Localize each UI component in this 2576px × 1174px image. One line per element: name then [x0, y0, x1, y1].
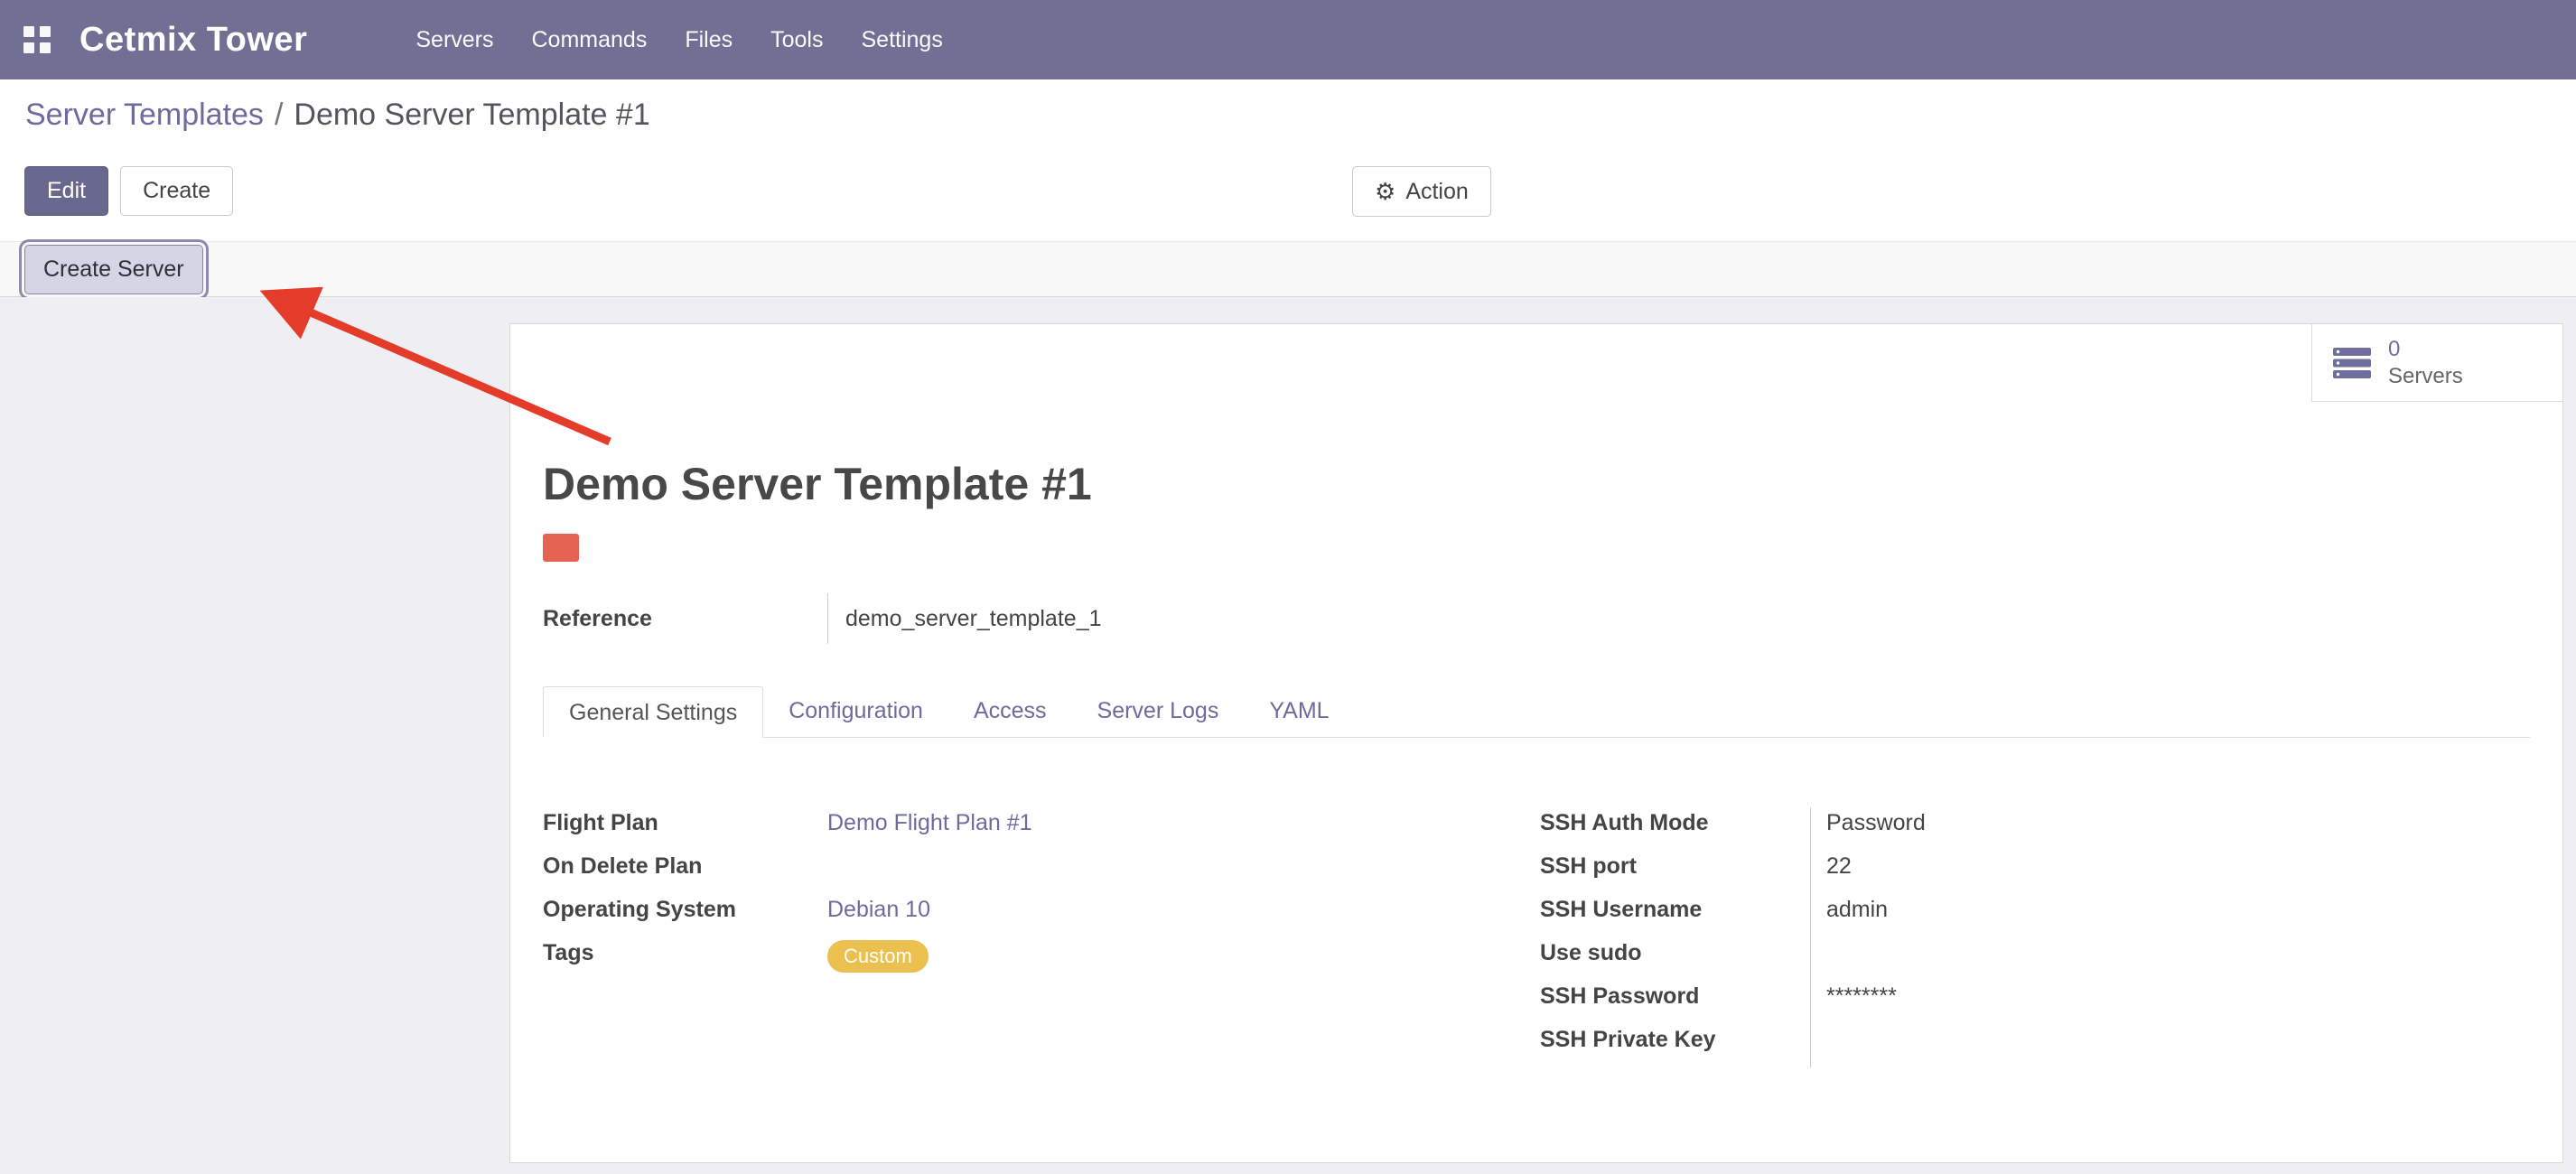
field-value-ssh-password: ********: [1810, 981, 2515, 1024]
notebook-tabs: General Settings Configuration Access Se…: [543, 685, 2530, 738]
field-value-tags: Custom: [827, 937, 1491, 981]
record-title: Demo Server Template #1: [543, 458, 1092, 510]
field-label-on-delete-plan: On Delete Plan: [543, 851, 827, 894]
action-button[interactable]: ⚙ Action: [1352, 166, 1491, 217]
fields-right-column: SSH Auth Mode Password SSH port 22 SSH U…: [1540, 807, 2515, 1067]
statusbar: Create Server: [0, 241, 2576, 297]
fields-left-column: Flight Plan Demo Flight Plan #1 On Delet…: [543, 807, 1491, 981]
menu-tools[interactable]: Tools: [770, 27, 823, 53]
tab-yaml[interactable]: YAML: [1244, 685, 1354, 737]
tab-server-logs[interactable]: Server Logs: [1072, 685, 1245, 737]
apps-grid-square: [23, 26, 34, 37]
tab-configuration[interactable]: Configuration: [763, 685, 948, 737]
template-color-swatch: [543, 534, 579, 562]
reference-label: Reference: [543, 606, 652, 632]
field-flight-plan: Flight Plan Demo Flight Plan #1: [543, 807, 1491, 851]
field-ssh-username: SSH Username admin: [1540, 894, 2515, 937]
field-label-flight-plan: Flight Plan: [543, 807, 827, 851]
tab-general-settings[interactable]: General Settings: [543, 686, 763, 738]
gear-icon: ⚙: [1375, 180, 1395, 203]
servers-label: Servers: [2388, 363, 2463, 390]
menu-commands[interactable]: Commands: [532, 27, 648, 53]
field-ssh-private-key: SSH Private Key: [1540, 1024, 2515, 1067]
field-value-operating-system: Debian 10: [827, 894, 1491, 937]
field-label-tags: Tags: [543, 937, 827, 981]
reference-value: demo_server_template_1: [827, 593, 1102, 644]
tab-access[interactable]: Access: [948, 685, 1072, 737]
menu-files[interactable]: Files: [685, 27, 733, 53]
field-value-on-delete-plan: [827, 851, 1491, 894]
servers-stat-button[interactable]: 0 Servers: [2311, 324, 2562, 402]
server-stack-icon: [2332, 347, 2372, 379]
apps-grid-icon[interactable]: [23, 26, 51, 53]
field-value-ssh-port: 22: [1810, 851, 2515, 894]
servers-stat: 0 Servers: [2388, 336, 2463, 390]
edit-button[interactable]: Edit: [24, 166, 108, 216]
menu-servers[interactable]: Servers: [415, 27, 493, 53]
main-menu: Servers Commands Files Tools Settings: [415, 27, 942, 53]
apps-grid-square: [40, 26, 51, 37]
field-label-operating-system: Operating System: [543, 894, 827, 937]
create-server-button[interactable]: Create Server: [24, 245, 203, 294]
action-button-label: Action: [1405, 181, 1468, 203]
field-value-use-sudo: [1810, 937, 2515, 981]
breadcrumb: Server Templates / Demo Server Template #1: [25, 98, 650, 133]
field-ssh-password: SSH Password ********: [1540, 981, 2515, 1024]
breadcrumb-current: Demo Server Template #1: [294, 98, 649, 132]
field-label-ssh-private-key: SSH Private Key: [1540, 1024, 1810, 1067]
tag-custom: Custom: [827, 940, 929, 973]
content-background: 0 Servers Demo Server Template #1 Refere…: [0, 297, 2576, 1174]
field-label-ssh-password: SSH Password: [1540, 981, 1810, 1024]
flight-plan-link[interactable]: Demo Flight Plan #1: [827, 810, 1032, 835]
ssh-auth-mode-value: Password: [1826, 810, 1926, 835]
servers-count: 0: [2388, 336, 2463, 363]
field-value-ssh-auth-mode: Password: [1810, 807, 2515, 851]
app-brand[interactable]: Cetmix Tower: [79, 21, 307, 60]
top-navbar: Cetmix Tower Servers Commands Files Tool…: [0, 0, 2576, 79]
field-label-ssh-username: SSH Username: [1540, 894, 1810, 937]
field-value-ssh-private-key: [1810, 1024, 2515, 1067]
field-value-ssh-username: admin: [1810, 894, 2515, 937]
breadcrumb-server-templates[interactable]: Server Templates: [25, 98, 264, 132]
field-use-sudo: Use sudo: [1540, 937, 2515, 981]
apps-grid-square: [23, 42, 34, 53]
control-panel: Server Templates / Demo Server Template #1…: [0, 79, 2576, 241]
field-tags: Tags Custom: [543, 937, 1491, 981]
ssh-port-value: 22: [1826, 853, 1852, 879]
reference-value-text: demo_server_template_1: [845, 606, 1102, 632]
field-label-use-sudo: Use sudo: [1540, 937, 1810, 981]
breadcrumb-separator: /: [275, 98, 283, 132]
field-operating-system: Operating System Debian 10: [543, 894, 1491, 937]
field-label-ssh-port: SSH port: [1540, 851, 1810, 894]
form-sheet: 0 Servers Demo Server Template #1 Refere…: [509, 323, 2563, 1163]
create-button[interactable]: Create: [120, 166, 233, 216]
field-ssh-auth-mode: SSH Auth Mode Password: [1540, 807, 2515, 851]
ssh-password-masked-value: ********: [1826, 983, 1897, 1009]
field-ssh-port: SSH port 22: [1540, 851, 2515, 894]
operating-system-link[interactable]: Debian 10: [827, 897, 930, 922]
field-on-delete-plan: On Delete Plan: [543, 851, 1491, 894]
apps-grid-square: [40, 42, 51, 53]
control-panel-buttons: Edit Create: [24, 166, 233, 216]
menu-settings[interactable]: Settings: [862, 27, 943, 53]
field-label-ssh-auth-mode: SSH Auth Mode: [1540, 807, 1810, 851]
field-value-flight-plan: Demo Flight Plan #1: [827, 807, 1491, 851]
ssh-username-value: admin: [1826, 897, 1888, 922]
